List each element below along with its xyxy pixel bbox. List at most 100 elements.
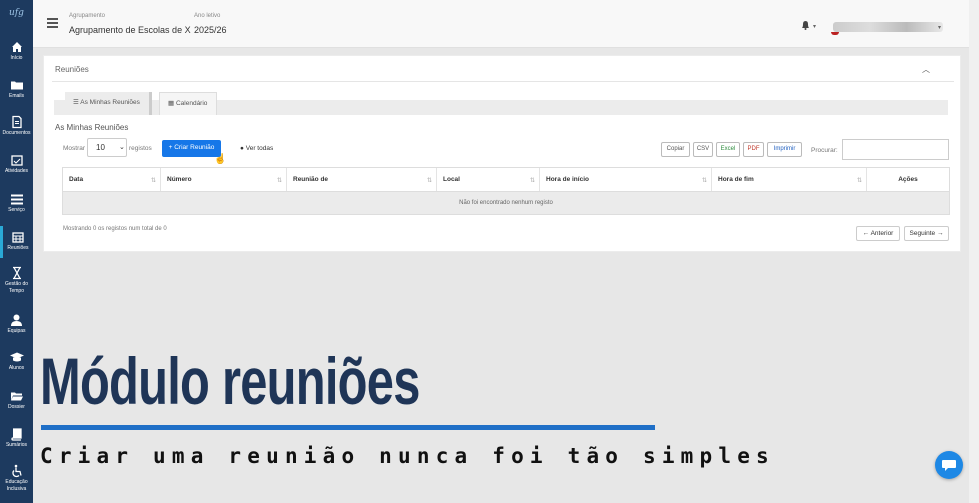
- sidebar-item-atividades[interactable]: Atividades: [0, 153, 33, 175]
- agrupamento-value[interactable]: Agrupamento de Escolas de X: [69, 25, 191, 35]
- chevron-down-icon[interactable]: ▾: [813, 23, 816, 30]
- column-header-data[interactable]: Data ⇅: [63, 168, 161, 191]
- list-icon: [10, 194, 23, 205]
- csv-button[interactable]: CSV: [693, 142, 713, 157]
- home-icon: [11, 42, 22, 52]
- sort-icon: ⇅: [150, 178, 156, 184]
- sidebar-item-label: Educação Inclusiva: [5, 479, 28, 492]
- pdf-label: PDF: [747, 146, 760, 152]
- sidebar-item-servico[interactable]: Serviço: [0, 192, 33, 214]
- sidebar-item-inicio[interactable]: Início: [0, 40, 33, 62]
- headline-underline: [41, 425, 655, 430]
- excel-label: Excel: [720, 146, 736, 152]
- column-header-acoes: Ações: [867, 168, 949, 191]
- next-page-button[interactable]: Seguinte →: [904, 226, 949, 241]
- ver-todas-label: Ver todas: [245, 145, 274, 152]
- calendar-check-icon: [10, 155, 23, 166]
- sort-icon: ⇅: [529, 178, 535, 184]
- column-label: Hora de início: [546, 176, 589, 183]
- previous-page-button[interactable]: ← Anterior: [856, 226, 900, 241]
- tab-minhas-reunioes[interactable]: ☰ As Minhas Reuniões: [65, 92, 152, 115]
- menu-toggle-icon[interactable]: [47, 18, 58, 28]
- create-meeting-button[interactable]: + Criar Reunião: [162, 140, 221, 157]
- sort-icon: ⇅: [856, 178, 862, 184]
- sidebar-item-label: Atividades: [4, 168, 29, 174]
- user-icon: [11, 314, 22, 326]
- book-icon: [11, 428, 22, 441]
- agrupamento-label: Agrupamento: [69, 13, 106, 19]
- sidebar-item-label: Sumários: [5, 442, 28, 448]
- ano-letivo-value[interactable]: 2025/26: [194, 25, 227, 35]
- search-input[interactable]: [842, 139, 949, 160]
- chevron-down-icon: ⌄: [119, 144, 125, 151]
- divider: [52, 81, 954, 82]
- sidebar-item-emails[interactable]: Emails: [0, 78, 33, 100]
- calendar-icon: [12, 232, 24, 243]
- column-label: Data: [69, 176, 84, 183]
- app-logo[interactable]: ufg: [3, 8, 30, 20]
- ver-todas-link[interactable]: ● Ver todas: [240, 145, 273, 152]
- calendar-icon: ▦: [168, 100, 175, 107]
- sidebar-item-label: Início: [10, 55, 23, 61]
- panel-title: Reuniões: [55, 65, 89, 74]
- column-label: Reunião de: [293, 176, 329, 183]
- sidebar-item-label: Dossier: [8, 404, 25, 410]
- excel-button[interactable]: Excel: [716, 142, 740, 157]
- tab-calendario[interactable]: ▦ Calendário: [159, 92, 217, 115]
- sidebar-item-label: Emails: [8, 93, 24, 99]
- graduation-cap-icon: [9, 352, 24, 362]
- globe-icon: ●: [240, 145, 244, 152]
- table-info: Mostrando 0 os registos num total de 0: [63, 226, 167, 232]
- empty-row: Não foi encontrado nenhum registo: [62, 192, 950, 215]
- table-header: Data ⇅ Número ⇅ Reunião de ⇅ Local ⇅ Hora de…: [62, 167, 950, 192]
- csv-label: CSV: [696, 146, 710, 152]
- sidebar-item-educacao-inclusiva[interactable]: Educação Inclusiva: [0, 464, 33, 493]
- page-size-value: 10: [96, 143, 105, 152]
- tab-label: As Minhas Reuniões: [80, 99, 140, 106]
- sidebar-item-gestao-tempo[interactable]: Gestão do Tempo: [0, 266, 33, 295]
- registos-label: registos: [129, 145, 152, 152]
- sidebar-item-sumarios[interactable]: Sumários: [0, 427, 33, 449]
- sidebar: ufg Início Emails Documentos Atividades …: [0, 0, 33, 503]
- chevron-down-icon[interactable]: ▾: [938, 24, 941, 31]
- copy-label: Copiar: [666, 146, 685, 152]
- column-header-reuniao-de[interactable]: Reunião de ⇅: [287, 168, 437, 191]
- chat-icon: [942, 460, 956, 471]
- search-label: Procurar:: [811, 147, 838, 154]
- headline: Módulo reuniões: [40, 344, 420, 418]
- bell-icon[interactable]: [801, 20, 810, 30]
- sidebar-item-equipas[interactable]: Equipas: [0, 313, 33, 335]
- sidebar-item-documentos[interactable]: Documentos: [0, 115, 33, 137]
- column-header-numero[interactable]: Número ⇅: [161, 168, 287, 191]
- user-menu[interactable]: [833, 22, 943, 32]
- copy-button[interactable]: Copiar: [661, 142, 690, 157]
- top-bar: Agrupamento Agrupamento de Escolas de X …: [33, 0, 969, 48]
- column-label: Hora de fim: [718, 176, 754, 183]
- chat-button[interactable]: [935, 451, 963, 479]
- meetings-table: Data ⇅ Número ⇅ Reunião de ⇅ Local ⇅ Hora de…: [62, 167, 950, 215]
- mostrar-label: Mostrar: [63, 145, 86, 152]
- pdf-button[interactable]: PDF: [743, 142, 764, 157]
- column-label: Local: [443, 176, 460, 183]
- print-button[interactable]: Imprimir: [767, 142, 802, 157]
- sort-icon: ⇅: [426, 178, 432, 184]
- wheelchair-icon: [11, 464, 22, 478]
- sidebar-item-reunioes[interactable]: Reuniões: [0, 226, 33, 258]
- avatar: [831, 32, 839, 35]
- column-header-local[interactable]: Local ⇅: [437, 168, 540, 191]
- sidebar-item-alunos[interactable]: Alunos: [0, 350, 33, 372]
- tab-label: Calendário: [175, 100, 208, 107]
- scrollbar[interactable]: [969, 0, 979, 503]
- sidebar-item-dossier[interactable]: Dossier: [0, 389, 33, 411]
- sort-icon: ⇅: [276, 178, 282, 184]
- column-header-hora-inicio[interactable]: Hora de início ⇅: [540, 168, 712, 191]
- folder-icon: [10, 81, 23, 90]
- column-label: Número: [167, 176, 192, 183]
- page-size-select[interactable]: 10 ⌄: [87, 138, 127, 157]
- column-label: Ações: [898, 176, 918, 183]
- sort-icon: ⇅: [701, 178, 707, 184]
- section-title: As Minhas Reuniões: [55, 123, 129, 132]
- sidebar-item-label: Gestão do Tempo: [4, 281, 29, 294]
- chevron-up-icon[interactable]: ︿: [922, 64, 930, 75]
- column-header-hora-fim[interactable]: Hora de fim ⇅: [712, 168, 867, 191]
